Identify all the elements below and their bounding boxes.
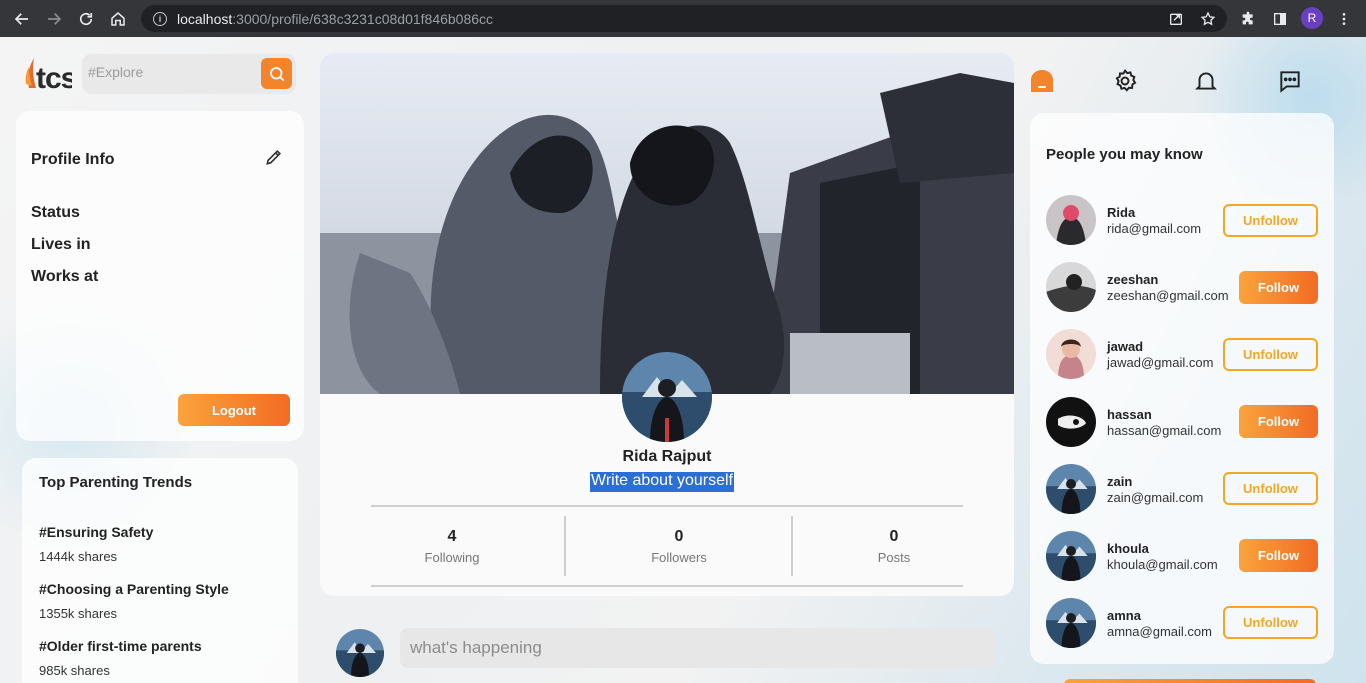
trends-title: Top Parenting Trends <box>39 474 193 491</box>
following-label[interactable]: Following <box>392 550 512 565</box>
profile-card: Rida Rajput Write about yourself 4 Follo… <box>320 53 1014 596</box>
composer-avatar <box>336 629 384 677</box>
divider <box>564 516 566 576</box>
person-avatar[interactable] <box>1046 397 1096 447</box>
profile-name: Rida Rajput <box>622 448 712 465</box>
followers-label[interactable]: Followers <box>619 550 739 565</box>
works-at-label: Works at <box>31 268 99 285</box>
address-bar[interactable]: i localhost:3000/profile/638c3231c08d01f… <box>141 5 1227 32</box>
trend-name[interactable]: #Choosing a Parenting Style <box>39 581 229 597</box>
trend-shares: 985k shares <box>39 663 110 678</box>
status-label: Status <box>31 204 80 221</box>
back-icon[interactable] <box>6 0 38 37</box>
tcs-logo[interactable]: tcs <box>24 54 72 94</box>
search-input[interactable] <box>88 64 258 80</box>
person-name: zeeshan <box>1107 272 1159 287</box>
unfollow-button[interactable]: Unfollow <box>1223 204 1318 237</box>
person-name: jawad <box>1107 339 1144 354</box>
person-name: Rida <box>1107 205 1136 220</box>
person-name: zain <box>1107 474 1133 489</box>
followers-count: 0 <box>674 528 684 545</box>
person-avatar[interactable] <box>1046 329 1096 379</box>
trend-shares: 1355k shares <box>39 606 118 621</box>
divider <box>791 516 793 576</box>
home-icon[interactable] <box>102 0 134 37</box>
side-panel-icon[interactable] <box>1267 0 1293 37</box>
person-avatar[interactable] <box>1046 531 1096 581</box>
share-icon[interactable] <box>1163 0 1189 37</box>
next-card-edge <box>1064 679 1316 683</box>
profile-avatar-image[interactable] <box>622 352 712 442</box>
divider <box>371 505 963 507</box>
posts-label[interactable]: Posts <box>834 550 954 565</box>
person-avatar[interactable] <box>1046 195 1096 245</box>
site-info-icon[interactable]: i <box>153 11 167 26</box>
person-avatar[interactable] <box>1046 464 1096 514</box>
extensions-icon[interactable] <box>1235 0 1261 37</box>
bookmark-star-icon[interactable] <box>1195 0 1221 37</box>
forward-icon[interactable] <box>38 0 70 37</box>
search-button[interactable] <box>261 58 292 89</box>
person-name: amna <box>1107 608 1141 623</box>
profile-info-title: Profile Info <box>31 151 115 168</box>
person-email: zeeshan@gmail.com <box>1107 288 1229 303</box>
reload-icon[interactable] <box>70 0 102 37</box>
person-email: zain@gmail.com <box>1107 490 1204 505</box>
browser-toolbar: i localhost:3000/profile/638c3231c08d01f… <box>0 0 1366 37</box>
people-title: People you may know <box>1046 146 1203 163</box>
trend-name[interactable]: #Older first-time parents <box>39 638 202 654</box>
profile-bio[interactable]: Write about yourself <box>590 472 734 492</box>
chat-icon[interactable] <box>1277 68 1303 94</box>
person-name: khoula <box>1107 541 1149 556</box>
person-email: jawad@gmail.com <box>1107 355 1214 370</box>
search-icon <box>269 66 284 81</box>
url-text: localhost:3000/profile/638c3231c08d01f84… <box>177 10 494 27</box>
person-avatar[interactable] <box>1046 598 1096 648</box>
trends-card: Top Parenting Trends #Ensuring Safety 14… <box>22 458 298 683</box>
person-email: hassan@gmail.com <box>1107 423 1222 438</box>
follow-button[interactable]: Follow <box>1239 405 1318 438</box>
profile-info-card: Profile Info Status Lives in Works at Lo… <box>16 111 304 441</box>
home-nav-icon[interactable] <box>1030 69 1054 93</box>
notification-bell-icon[interactable] <box>1193 68 1219 94</box>
person-email: amna@gmail.com <box>1107 624 1212 639</box>
edit-icon[interactable] <box>264 147 284 167</box>
trend-name[interactable]: #Ensuring Safety <box>39 524 153 540</box>
person-avatar[interactable] <box>1046 262 1096 312</box>
people-card: People you may know Rida rida@gmail.com … <box>1030 113 1334 664</box>
follow-button[interactable]: Follow <box>1239 539 1318 572</box>
lives-in-label: Lives in <box>31 236 91 253</box>
post-input[interactable] <box>400 628 996 668</box>
posts-count: 0 <box>889 528 899 545</box>
person-name: hassan <box>1107 407 1152 422</box>
unfollow-button[interactable]: Unfollow <box>1223 472 1318 505</box>
menu-icon[interactable] <box>1331 0 1357 37</box>
cover-image <box>320 53 1014 394</box>
logout-button[interactable]: Logout <box>178 394 290 426</box>
person-email: khoula@gmail.com <box>1107 557 1218 572</box>
profile-avatar[interactable]: R <box>1301 7 1323 29</box>
following-count: 4 <box>447 528 457 545</box>
divider <box>371 585 963 587</box>
unfollow-button[interactable]: Unfollow <box>1223 338 1318 371</box>
trend-shares: 1444k shares <box>39 549 118 564</box>
person-email: rida@gmail.com <box>1107 221 1202 236</box>
follow-button[interactable]: Follow <box>1239 271 1318 304</box>
svg-text:tcs: tcs <box>36 62 72 94</box>
unfollow-button[interactable]: Unfollow <box>1223 606 1318 639</box>
settings-icon[interactable] <box>1112 68 1138 94</box>
